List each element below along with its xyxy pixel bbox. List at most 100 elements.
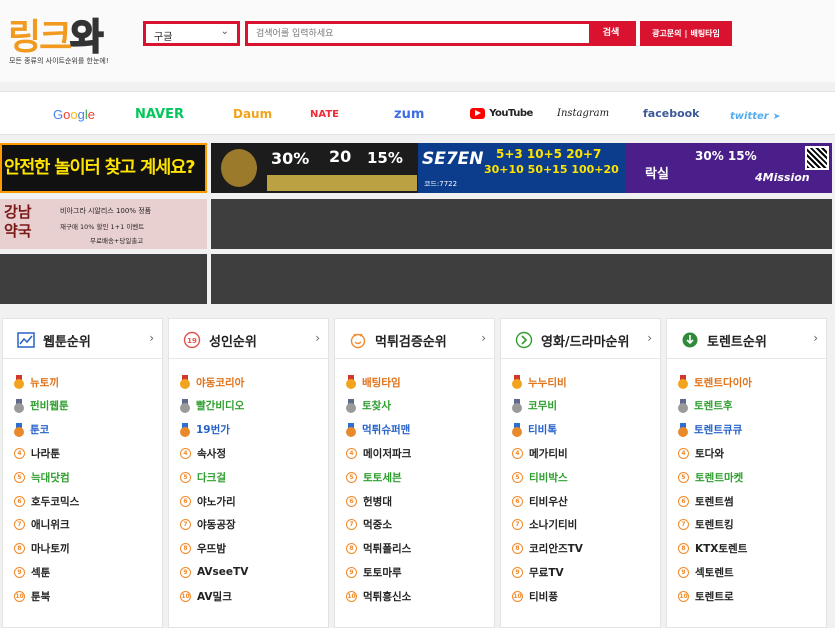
ranking-item[interactable]: 10 툰북: [13, 586, 50, 606]
portal-google[interactable]: Google: [53, 107, 95, 122]
ranking-item[interactable]: 야동코리아: [179, 372, 244, 392]
ranking-item[interactable]: 8 마나토끼: [13, 539, 70, 559]
banner-pharmacy[interactable]: 강남 약국 비아그라 시알리스 100% 정품 재구매 10% 할인 1+1 이…: [0, 199, 207, 249]
ranking-item[interactable]: 10 먹튀흥신소: [345, 586, 411, 606]
ranking-item[interactable]: 4 토다와: [677, 443, 724, 463]
ranking-item[interactable]: 7 토렌트킹: [677, 515, 734, 535]
ranking-item[interactable]: 빨간비디오: [179, 396, 244, 416]
portal-instagram[interactable]: Instagram: [557, 108, 609, 119]
ranking-item[interactable]: 토렌트후: [677, 396, 733, 416]
chevron-right-icon[interactable]: ›: [647, 331, 652, 345]
ranking-column: 먹튀검증순위 › 배팅타임토찾사먹튀슈퍼맨 4 메이저파크 5 토토세븐 6 헌병대 7 먹중소 8 먹…: [334, 318, 495, 628]
ranking-item[interactable]: 토렌트큐큐: [677, 420, 742, 440]
banner-safe-playground[interactable]: 안전한 놀이터 찾고 계세요?: [0, 143, 207, 193]
portal-twitter[interactable]: twitter ➤: [730, 108, 780, 122]
ranking-item[interactable]: 9 AVseeTV: [179, 562, 248, 582]
search-engine-select[interactable]: 구글 ⌄: [143, 21, 240, 46]
ranking-item[interactable]: 누누티비: [511, 372, 567, 392]
ranking-column-header[interactable]: 먹튀검증순위 ›: [335, 319, 494, 359]
ranking-item[interactable]: 7 소나기티비: [511, 515, 577, 535]
chevron-right-icon[interactable]: ›: [813, 331, 818, 345]
banner-slot-empty[interactable]: [211, 254, 418, 304]
ranking-item[interactable]: 5 다크걸: [179, 467, 226, 487]
banner-slot-empty[interactable]: [211, 199, 418, 249]
portal-nate[interactable]: NATE: [310, 109, 339, 120]
ranking-item[interactable]: 9 토토마루: [345, 562, 402, 582]
ranking-item[interactable]: 10 티비풍: [511, 586, 558, 606]
ranking-item[interactable]: 토찾사: [345, 396, 391, 416]
ranking-item[interactable]: 8 코리안즈TV: [511, 539, 583, 559]
ranking-item[interactable]: 4 메가티비: [511, 443, 568, 463]
portal-bar: Google NAVER Daum NATE zum YouTube Insta…: [0, 91, 835, 135]
ranking-item[interactable]: 6 티비우산: [511, 491, 568, 511]
ranking-column-header[interactable]: 토렌트순위 ›: [667, 319, 826, 359]
ranking-item[interactable]: 먹튀슈퍼맨: [345, 420, 410, 440]
ranking-item-label: 헌병대: [363, 495, 392, 508]
ranking-item[interactable]: 9 무료TV: [511, 562, 564, 582]
ranking-column-header[interactable]: 웹툰순위 ›: [3, 319, 162, 359]
ranking-item[interactable]: 7 야동공장: [179, 515, 236, 535]
banner-brand: 락실: [645, 167, 669, 182]
medal-icon: [511, 375, 523, 389]
banner-slot-empty[interactable]: [0, 254, 207, 304]
ranking-item[interactable]: 7 먹중소: [345, 515, 392, 535]
ranking-item[interactable]: 8 KTX토렌트: [677, 539, 747, 559]
portal-facebook[interactable]: facebook: [643, 107, 700, 120]
ranking-item[interactable]: 6 호두코믹스: [13, 491, 79, 511]
portal-daum[interactable]: Daum: [233, 107, 272, 121]
ranking-item[interactable]: 9 섹토렌트: [677, 562, 734, 582]
portal-naver[interactable]: NAVER: [135, 107, 184, 122]
ranking-item[interactable]: 8 먹튀폴리스: [345, 539, 411, 559]
ranking-item[interactable]: 4 메이저파크: [345, 443, 411, 463]
ranking-item[interactable]: 배팅타임: [345, 372, 401, 392]
ranking-item[interactable]: 4 나라툰: [13, 443, 60, 463]
ranking-item[interactable]: 티비톡: [511, 420, 557, 440]
ranking-item[interactable]: 19번가: [179, 420, 230, 440]
search-input[interactable]: [248, 24, 589, 43]
banner-arcade[interactable]: 락실 30% 15% 4Mission: [625, 143, 832, 193]
ranking-item[interactable]: 뉴토끼: [13, 372, 59, 392]
banner-slot-empty[interactable]: [418, 254, 625, 304]
ad-inquiry-link[interactable]: 광고문의: [652, 28, 681, 39]
banner-seven[interactable]: SE7EN 코드:7722 5+3 10+5 20+7 30+10 50+15 …: [418, 143, 625, 193]
ranking-item[interactable]: 5 늑대닷컴: [13, 467, 70, 487]
ranking-item[interactable]: 코무비: [511, 396, 557, 416]
banner-slot-empty[interactable]: [625, 254, 832, 304]
banner-slot-empty[interactable]: [625, 199, 832, 249]
ranking-item[interactable]: 5 토토세븐: [345, 467, 402, 487]
betting-time-link[interactable]: 배팅타임: [690, 28, 719, 39]
banner-slot-empty[interactable]: [418, 199, 625, 249]
ranking-column-header[interactable]: 영화/드라마순위 ›: [501, 319, 660, 359]
ranking-item-label: 툰코: [30, 424, 50, 437]
ranking-item[interactable]: 6 야노가리: [179, 491, 236, 511]
chevron-right-icon[interactable]: ›: [481, 331, 486, 345]
ranking-item[interactable]: 7 애니위크: [13, 515, 70, 535]
portal-youtube[interactable]: YouTube: [470, 106, 533, 120]
ranking-column-header[interactable]: 19 성인순위 ›: [169, 319, 328, 359]
rank-number-icon: 8: [678, 543, 689, 555]
ranking-item-label: 메이저파크: [363, 447, 412, 460]
ranking-item[interactable]: 툰코: [13, 420, 49, 440]
ranking-item[interactable]: 4 속사정: [179, 443, 226, 463]
banner-casino[interactable]: 30% 20 15%: [211, 143, 418, 193]
chevron-right-icon[interactable]: ›: [149, 331, 154, 345]
ranking-item-label: 섹토렌트: [695, 566, 734, 579]
ranking-item[interactable]: 6 토렌트썸: [677, 491, 734, 511]
nineteen-icon: 19: [183, 331, 201, 349]
medal-icon: [179, 375, 191, 389]
ranking-item[interactable]: 10 토렌트로: [677, 586, 734, 606]
portal-zum[interactable]: zum: [394, 107, 424, 122]
ranking-item[interactable]: 5 토렌트마켓: [677, 467, 743, 487]
ranking-item[interactable]: 6 헌병대: [345, 491, 392, 511]
ranking-item-label: 야동공장: [197, 519, 236, 532]
ranking-item[interactable]: 10 AV밀크: [179, 586, 232, 606]
chevron-right-icon[interactable]: ›: [315, 331, 320, 345]
ranking-item-label: 먹중소: [363, 519, 392, 532]
ranking-item[interactable]: 펀비웹툰: [13, 396, 69, 416]
ranking-item[interactable]: 8 우뜨밤: [179, 539, 226, 559]
ranking-item[interactable]: 5 티비박스: [511, 467, 568, 487]
search-button[interactable]: 검색: [589, 24, 633, 43]
ranking-item[interactable]: 9 섹툰: [13, 562, 50, 582]
ranking-item-label: 메가티비: [529, 447, 568, 460]
ranking-item[interactable]: 토렌트다이아: [677, 372, 752, 392]
